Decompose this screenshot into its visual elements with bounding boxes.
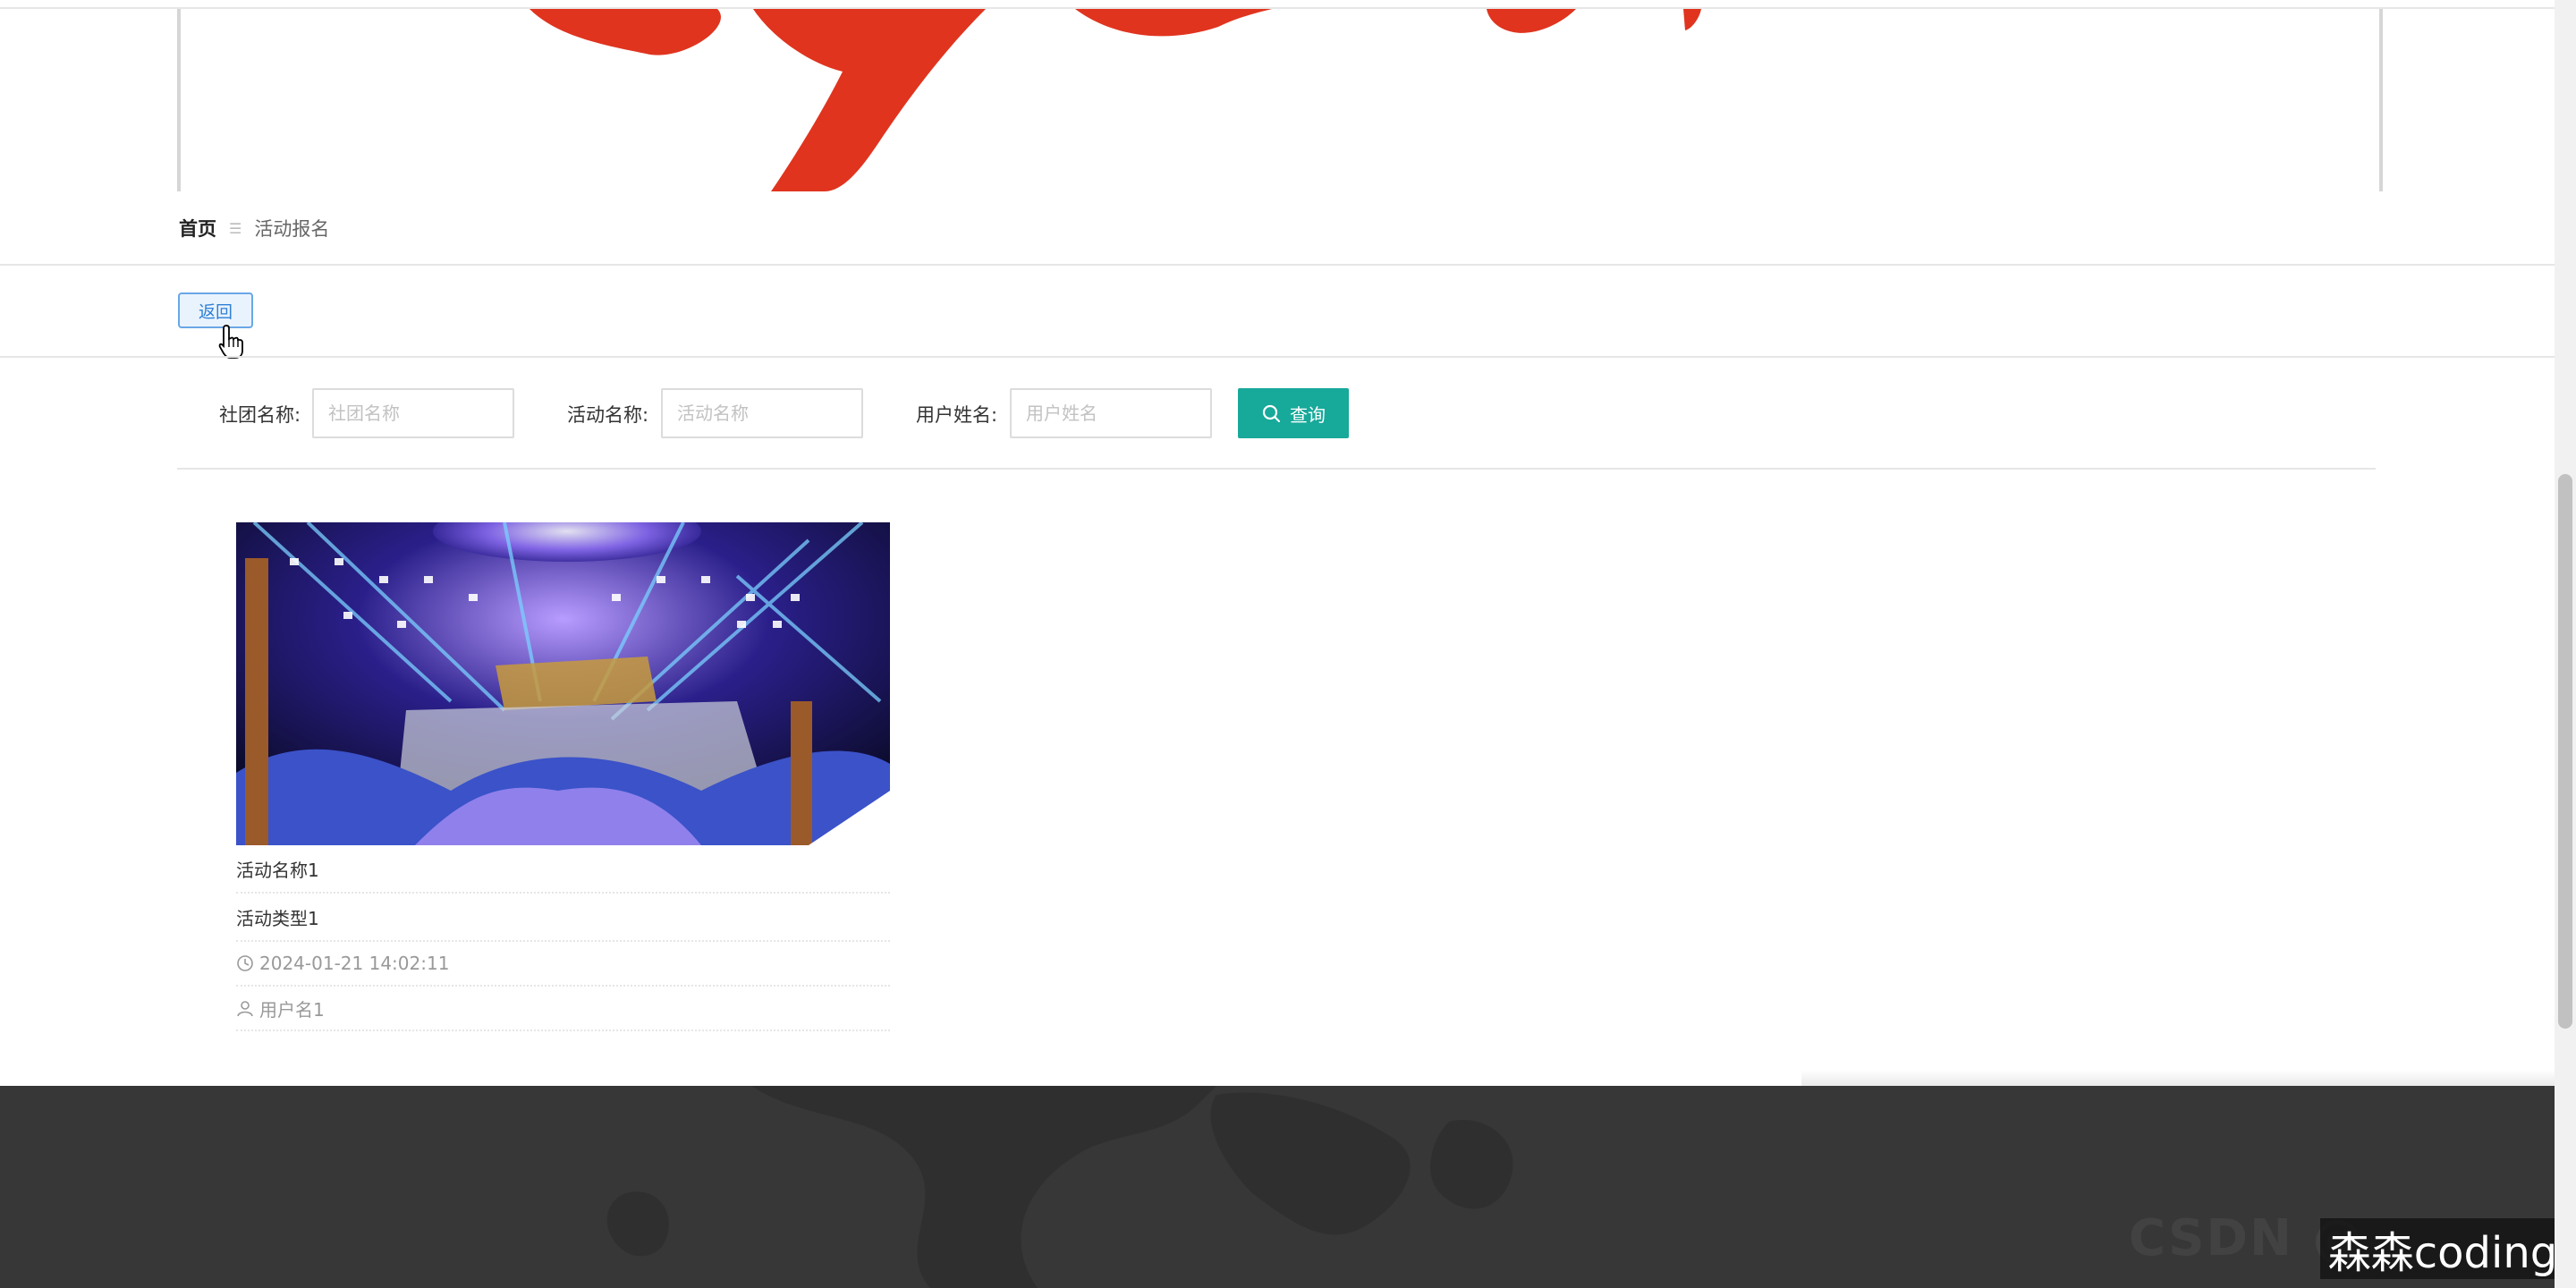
query-button[interactable]: 查询 (1238, 388, 1349, 438)
activity-name-label: 活动名称: (567, 404, 649, 426)
activity-type: 活动类型1 (236, 894, 890, 942)
user-icon (237, 1001, 253, 1017)
activity-user-row: 用户名1 (236, 987, 890, 1031)
activity-username: 用户名1 (259, 998, 325, 1021)
hand-cursor-icon (218, 325, 243, 359)
watermark-badge: 森森coding (2320, 1218, 2565, 1279)
breadcrumb-separator-icon: ☰ (229, 219, 242, 237)
page: 首页 ☰ 活动报名 返回 社团名称: 活动名称: 用户姓名: 查询 (0, 0, 2565, 1288)
user-name-input[interactable] (1010, 388, 1212, 438)
club-name-input[interactable] (312, 388, 514, 438)
scrollbar-thumb[interactable] (2558, 474, 2572, 1029)
clock-icon (237, 955, 253, 971)
breadcrumb-divider (0, 264, 2555, 266)
banner-graphic (181, 9, 2379, 191)
query-button-label: 查询 (1290, 403, 1326, 426)
activity-card[interactable]: 活动名称1 活动类型1 2024-01-21 14:02:11 用户名1 (236, 522, 890, 1031)
activity-name: 活动名称1 (236, 845, 890, 894)
club-name-label: 社团名称: (219, 404, 301, 426)
user-name-label: 用户姓名: (916, 404, 998, 426)
toolbar-divider (0, 356, 2555, 358)
breadcrumb: 首页 ☰ 活动报名 (179, 215, 329, 242)
breadcrumb-home-link[interactable]: 首页 (179, 215, 216, 242)
activity-name-input[interactable] (661, 388, 863, 438)
banner-image (177, 9, 2383, 191)
search-icon (1262, 404, 1281, 423)
breadcrumb-current: 活动报名 (254, 218, 330, 240)
back-button[interactable]: 返回 (178, 292, 253, 328)
activity-datetime-row: 2024-01-21 14:02:11 (236, 942, 890, 987)
activity-datetime: 2024-01-21 14:02:11 (259, 953, 450, 974)
page-scrollbar[interactable] (2555, 0, 2576, 1288)
search-divider (177, 468, 2376, 470)
search-form: 社团名称: 活动名称: 用户姓名: 查询 (0, 386, 2555, 440)
activity-image (236, 522, 890, 845)
